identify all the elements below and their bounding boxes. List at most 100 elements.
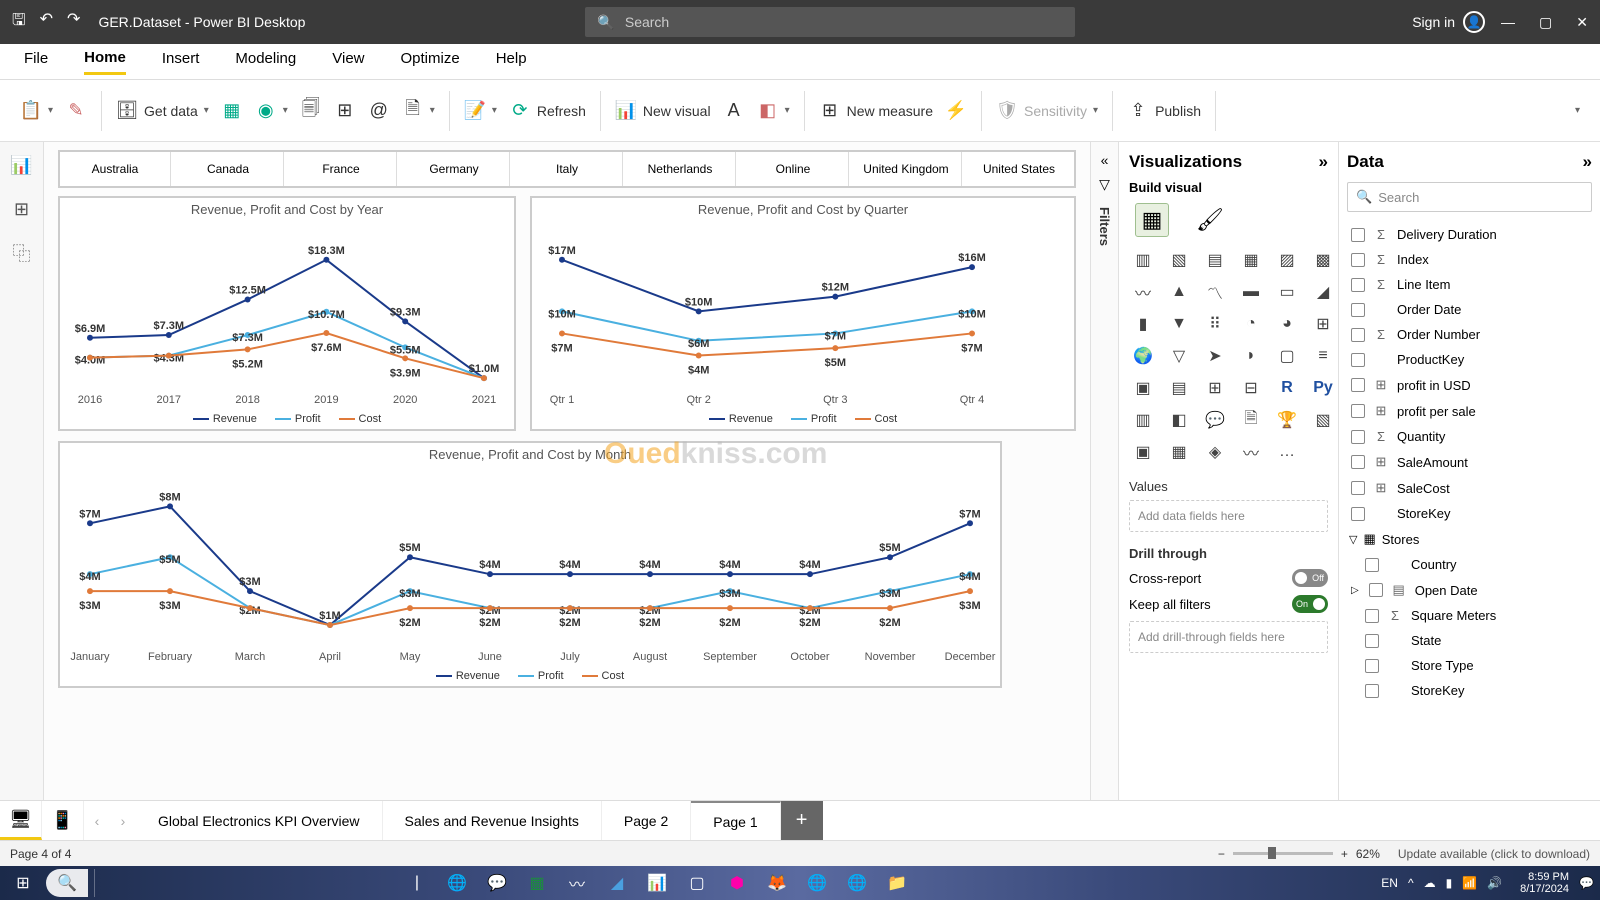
more-visuals-button[interactable]: ◧▾ [757, 100, 790, 122]
close-button[interactable]: ✕ [1576, 14, 1588, 31]
checkbox-icon[interactable] [1351, 404, 1365, 418]
field-item[interactable]: ΣQuantity [1347, 424, 1592, 449]
checkbox-icon[interactable] [1351, 353, 1365, 367]
viz-type-icon[interactable]: ▧ [1165, 247, 1193, 273]
lang-indicator[interactable]: EN [1381, 876, 1398, 890]
viz-type-icon[interactable]: ▦ [1237, 247, 1265, 273]
viz-type-icon[interactable]: ▣ [1129, 375, 1157, 401]
page-tab[interactable]: Global Electronics KPI Overview [136, 801, 383, 840]
viz-type-icon[interactable]: ▧ [1309, 407, 1337, 433]
field-item[interactable]: State [1347, 628, 1592, 653]
field-item[interactable]: ΣIndex [1347, 247, 1592, 272]
page-tab[interactable]: Page 2 [602, 801, 691, 840]
transform-button[interactable]: 📝▾ [464, 100, 497, 122]
viz-type-icon[interactable]: ◢ [1309, 279, 1337, 305]
viz-type-icon[interactable]: ▤ [1201, 247, 1229, 273]
tab-help[interactable]: Help [496, 50, 527, 73]
viz-type-icon[interactable]: ◗ [1237, 343, 1265, 369]
chrome-icon[interactable]: 🌐 [800, 869, 834, 897]
viz-type-icon[interactable]: ▲ [1165, 279, 1193, 305]
expand-filters-icon[interactable]: « [1101, 152, 1109, 168]
viz-type-icon[interactable]: ◕ [1273, 311, 1301, 337]
clock[interactable]: 8:59 PM 8/17/2024 [1520, 871, 1569, 895]
maximize-button[interactable]: ▢ [1539, 14, 1552, 31]
tab-file[interactable]: File [24, 50, 48, 73]
format-painter-button[interactable]: ✎ [65, 100, 87, 122]
tab-modeling[interactable]: Modeling [235, 50, 296, 73]
field-item[interactable]: ⊞SaleCost [1347, 475, 1592, 501]
keep-filters-toggle[interactable]: On [1292, 595, 1328, 613]
tab-view[interactable]: View [332, 50, 364, 73]
data-view-icon[interactable]: ⊞ [11, 198, 33, 220]
country-slicer[interactable]: Australia Canada France Germany Italy Ne… [58, 150, 1076, 188]
field-item[interactable]: Order Date [1347, 297, 1592, 322]
new-measure-button[interactable]: ⊞New measure [819, 100, 933, 122]
chart-year[interactable]: Revenue, Profit and Cost by Year $6.9M$7… [58, 196, 516, 431]
firefox-icon[interactable]: 🦊 [760, 869, 794, 897]
save-icon[interactable]: 🖫 [12, 9, 26, 36]
viz-type-icon[interactable]: ▥ [1129, 247, 1157, 273]
app-icon[interactable]: 〰 [560, 869, 594, 897]
slicer-item[interactable]: Canada [173, 152, 284, 186]
checkbox-icon[interactable] [1365, 684, 1379, 698]
viz-type-icon[interactable]: … [1273, 439, 1301, 465]
whatsapp-icon[interactable]: 💬 [480, 869, 514, 897]
field-item[interactable]: ▷▤Open Date [1347, 577, 1592, 603]
page-tab[interactable]: Sales and Revenue Insights [383, 801, 602, 840]
ribbon-collapse-icon[interactable]: ▾ [1575, 105, 1580, 116]
checkbox-icon[interactable] [1365, 659, 1379, 673]
desktop-layout-button[interactable]: 🖥 [0, 801, 42, 840]
viz-type-icon[interactable]: ▦ [1165, 439, 1193, 465]
viz-type-icon[interactable]: ⠿ [1201, 311, 1229, 337]
cloud-icon[interactable]: ☁ [1424, 876, 1436, 890]
checkbox-icon[interactable] [1351, 328, 1365, 342]
field-item[interactable]: StoreKey [1347, 501, 1592, 526]
recent-button[interactable]: 🗎▾ [402, 100, 435, 122]
viz-type-icon[interactable]: 🌍 [1129, 343, 1157, 369]
minimize-button[interactable]: — [1501, 14, 1515, 31]
checkbox-icon[interactable] [1351, 507, 1365, 521]
viz-type-icon[interactable]: R [1273, 375, 1301, 401]
sensitivity-button[interactable]: 🛡Sensitivity ▾ [996, 100, 1098, 122]
checkbox-icon[interactable] [1351, 430, 1365, 444]
checkbox-icon[interactable] [1365, 558, 1379, 572]
field-item[interactable]: ⊞profit per sale [1347, 398, 1592, 424]
chart-quarter[interactable]: Revenue, Profit and Cost by Quarter $17M… [530, 196, 1076, 431]
powerbi-icon[interactable]: 📊 [640, 869, 674, 897]
field-item[interactable]: ΣSquare Meters [1347, 603, 1592, 628]
viz-type-icon[interactable]: 💬 [1201, 407, 1229, 433]
scroll-right-icon[interactable]: › [110, 801, 136, 840]
new-visual-button[interactable]: 📊New visual [615, 100, 711, 122]
checkbox-icon[interactable] [1351, 303, 1365, 317]
build-visual-tab[interactable]: ▦ [1135, 203, 1169, 237]
field-item[interactable]: ΣLine Item [1347, 272, 1592, 297]
checkbox-icon[interactable] [1369, 583, 1383, 597]
mobile-layout-button[interactable]: 📱 [42, 801, 84, 840]
global-search[interactable]: 🔍 Search [585, 7, 1075, 37]
filters-pane-collapsed[interactable]: « ▽ Filters [1090, 142, 1118, 800]
page-tab[interactable]: Page 1 [691, 801, 780, 840]
viz-type-icon[interactable]: ▬ [1237, 279, 1265, 305]
sound-icon[interactable]: 🔊 [1487, 876, 1502, 890]
viz-type-icon[interactable]: ➤ [1201, 343, 1229, 369]
taskbar-search[interactable]: 🔍 [46, 869, 88, 897]
checkbox-icon[interactable] [1351, 278, 1365, 292]
tray-up-icon[interactable]: ^ [1408, 876, 1414, 890]
viz-type-icon[interactable]: ≡ [1309, 343, 1337, 369]
enter-data-button[interactable]: ⊞ [334, 100, 356, 122]
battery-icon[interactable]: ▮ [1446, 876, 1453, 890]
viz-type-icon[interactable]: ⊞ [1201, 375, 1229, 401]
add-page-button[interactable]: + [781, 801, 823, 840]
viz-type-icon[interactable]: ▽ [1165, 343, 1193, 369]
viz-type-icon[interactable]: ◔ [1237, 311, 1265, 337]
refresh-button[interactable]: ⟳Refresh [509, 100, 586, 122]
scroll-left-icon[interactable]: ‹ [84, 801, 110, 840]
collapse-viz-icon[interactable]: » [1319, 152, 1328, 172]
field-item[interactable]: ΣDelivery Duration [1347, 222, 1592, 247]
viz-type-icon[interactable]: ◈ [1201, 439, 1229, 465]
format-visual-tab[interactable]: 🖌 [1193, 203, 1227, 237]
table-header[interactable]: ▽▦Stores [1347, 526, 1592, 552]
slicer-item[interactable]: Italy [512, 152, 623, 186]
viz-type-icon[interactable]: ▭ [1273, 279, 1301, 305]
slicer-item[interactable]: Online [738, 152, 849, 186]
